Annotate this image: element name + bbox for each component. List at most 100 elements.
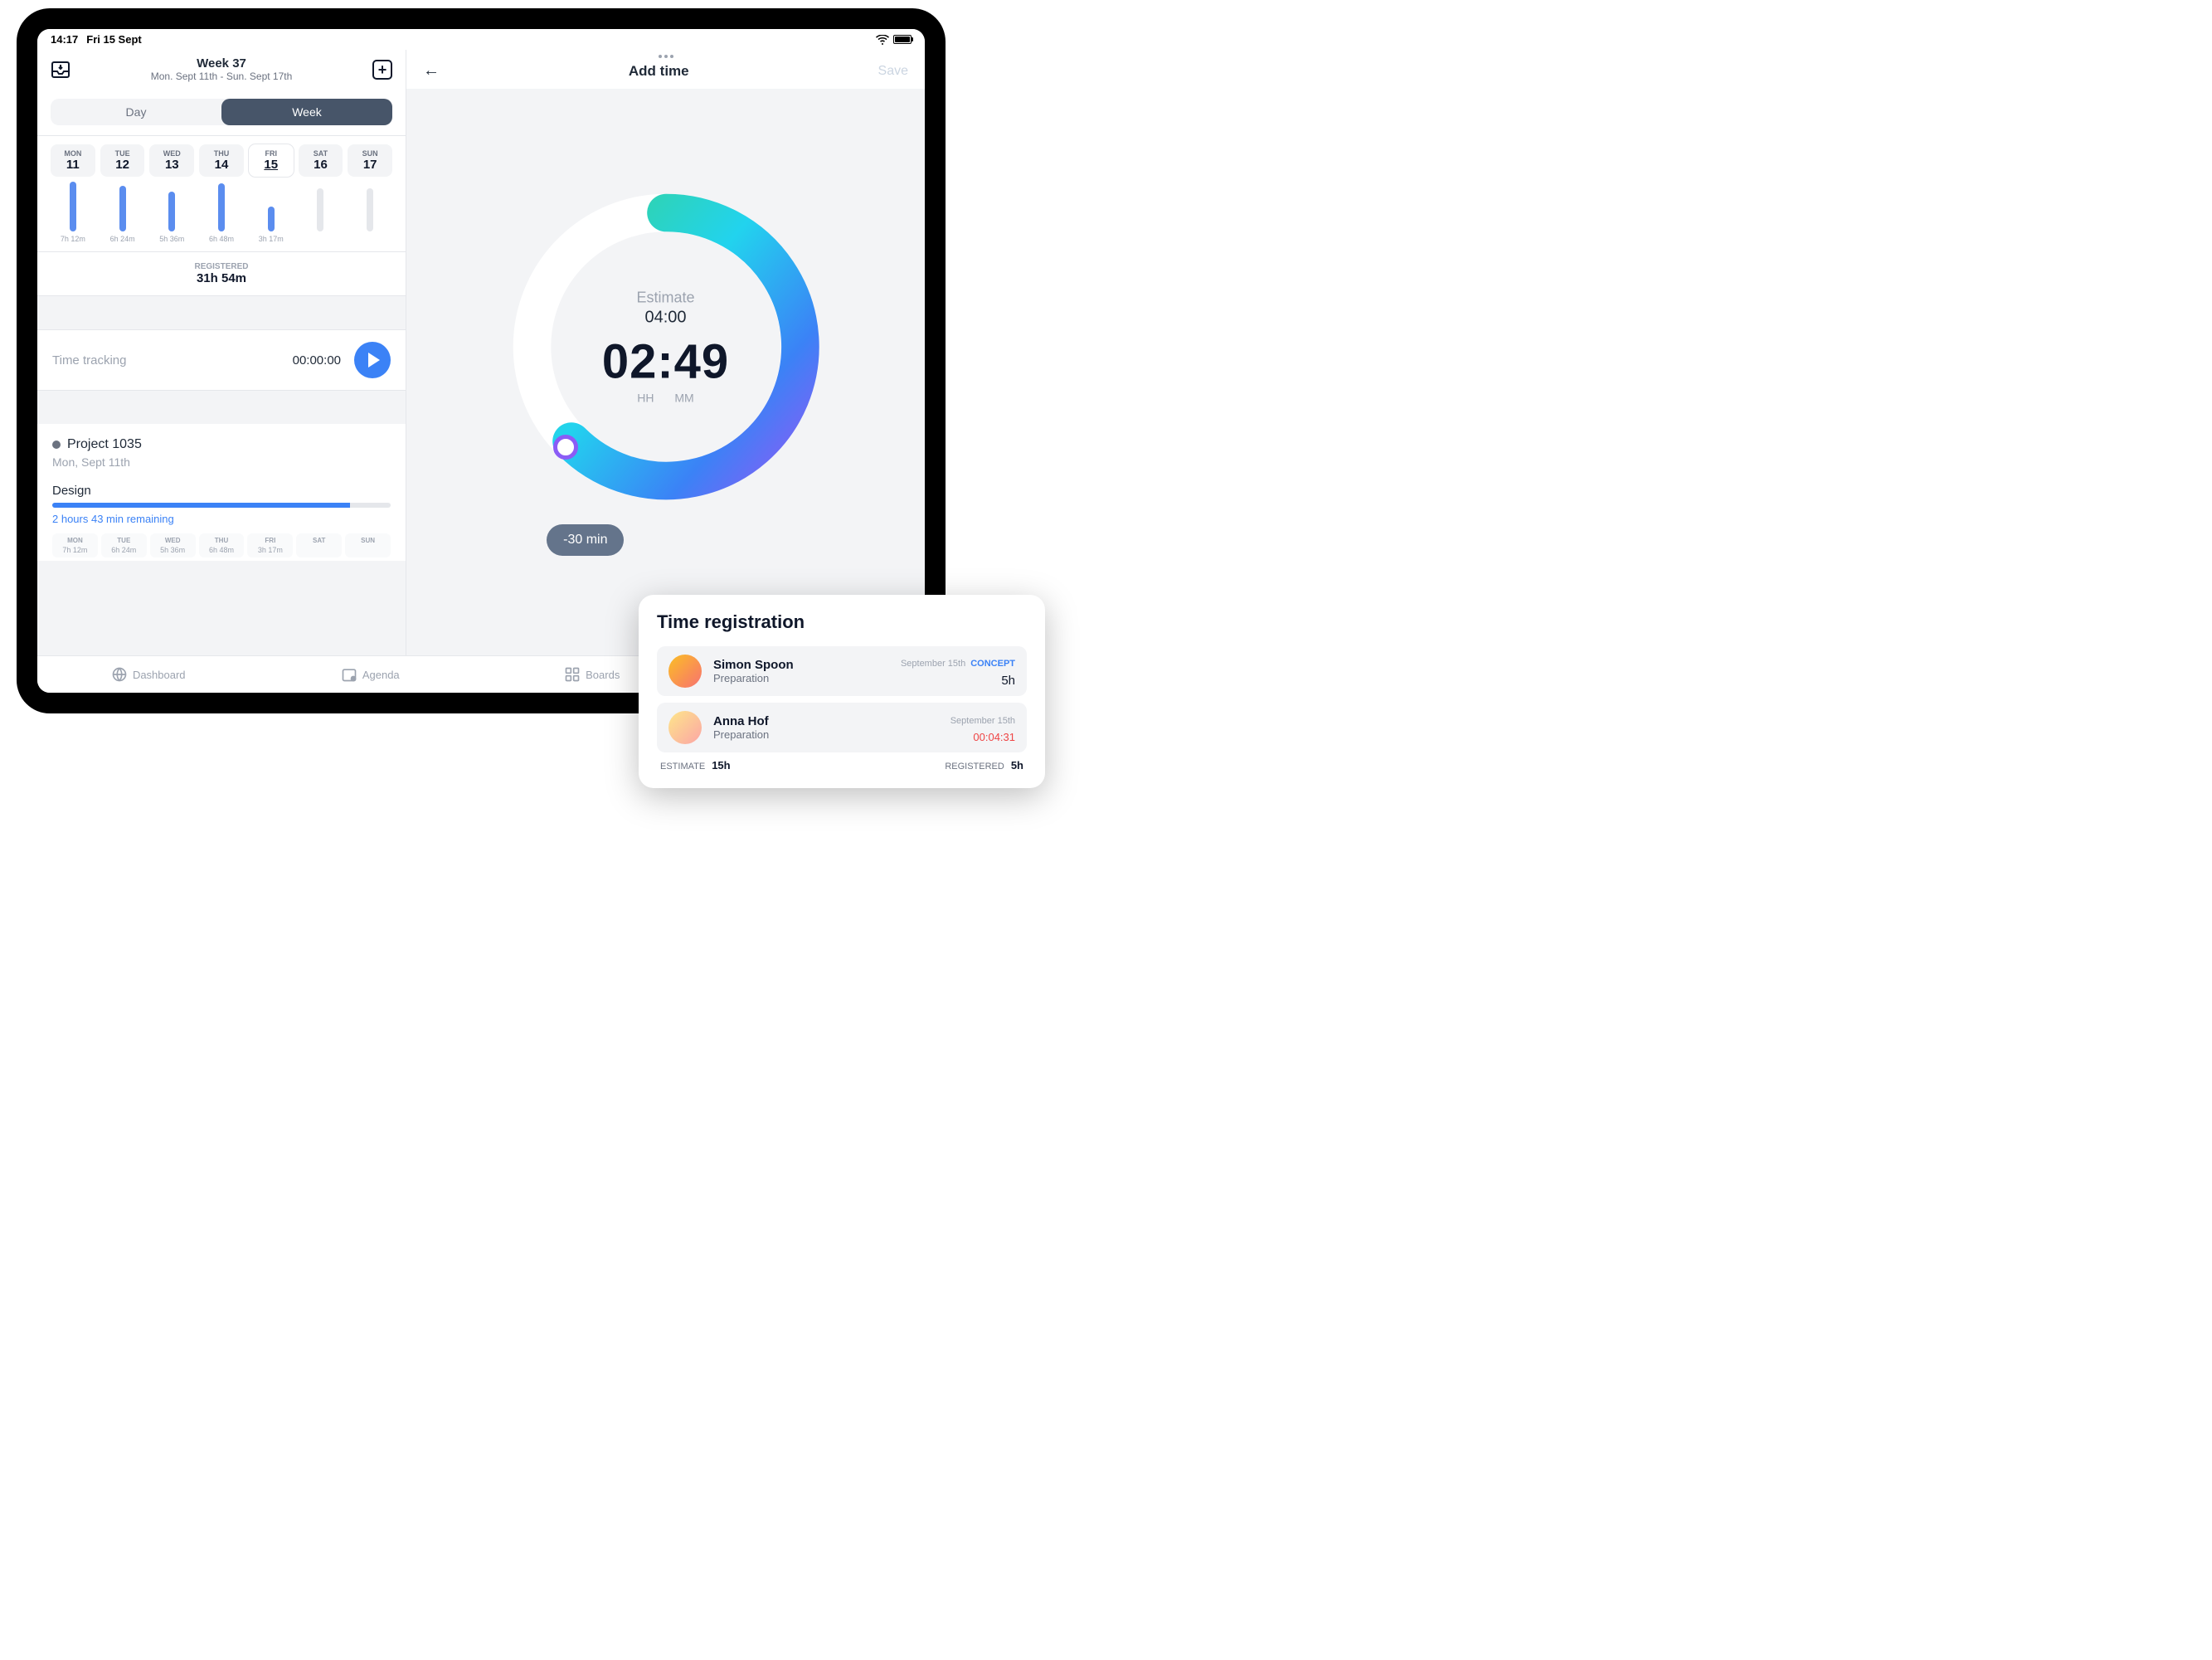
mini-day[interactable]: WED5h 36m [150,533,196,557]
add-button[interactable]: + [372,60,392,80]
bar-area [348,177,392,235]
view-segmented-control: Day Week [51,99,392,125]
entry-name: Anna Hof [713,714,939,728]
registered-label: REGISTERED [47,262,396,271]
project-dot-icon [52,441,61,449]
seg-week[interactable]: Week [221,99,392,125]
mini-day[interactable]: SAT [296,533,342,557]
entry-value: 00:04:31 [950,731,1015,743]
day-column[interactable]: SUN 17 [348,144,392,243]
status-bar: 14:17 Fri 15 Sept [37,29,925,50]
mini-day[interactable]: SUN [345,533,391,557]
play-icon [368,353,380,368]
tab-agenda[interactable]: Agenda [260,656,482,693]
day-label: MON [52,149,94,158]
entry-date: September 15th [901,659,965,669]
globe-icon [111,666,128,683]
estimate-footer-val: 15h [712,759,730,772]
day-head: TUE 12 [100,144,145,177]
bar-area [249,177,294,235]
days-row: MON 11 7h 12m TUE 12 6h 24m WED 13 5h 36… [37,136,406,251]
bar-label: 3h 17m [249,235,294,243]
seg-day[interactable]: Day [51,99,221,125]
calendar-icon [341,666,357,683]
save-button[interactable]: Save [878,64,908,79]
day-head: SAT 16 [299,144,343,177]
registration-entry[interactable]: Simon Spoon Preparation September 15thCO… [657,646,1027,696]
day-bar [70,182,76,231]
day-label: SAT [300,149,342,158]
timer-dial[interactable]: Estimate 04:00 02:49 HH MM [508,189,824,504]
day-number: 13 [151,158,192,172]
popup-footer: ESTIMATE 15h REGISTERED 5h [657,759,1027,772]
day-label: THU [201,149,242,158]
popup-title: Time registration [657,611,1027,633]
day-column[interactable]: SAT 16 [299,144,343,243]
bar-label: 7h 12m [51,235,95,243]
time-tracking-row: Time tracking 00:00:00 [37,329,406,391]
day-number: 15 [250,158,292,172]
entry-date: September 15th [950,716,1015,726]
day-column[interactable]: MON 11 7h 12m [51,144,95,243]
tt-timer: 00:00:00 [293,353,341,368]
estimate-value: 04:00 [602,308,729,327]
spacer [37,391,406,424]
bar-area [51,177,95,235]
minus-30-button[interactable]: -30 min [547,524,624,556]
registered-footer-label: REGISTERED [945,762,1004,772]
day-number: 12 [102,158,143,172]
day-column[interactable]: WED 13 5h 36m [149,144,194,243]
bar-area [299,177,343,235]
day-head: WED 13 [149,144,194,177]
dial-knob[interactable] [553,435,578,460]
mini-day[interactable]: MON7h 12m [52,533,98,557]
mini-day[interactable]: FRI3h 17m [247,533,293,557]
bar-label: 5h 36m [149,235,194,243]
time-registration-popup: Time registration Simon Spoon Preparatio… [639,595,1045,788]
wifi-icon [876,35,889,45]
bar-label: 6h 48m [199,235,244,243]
day-column[interactable]: THU 14 6h 48m [199,144,244,243]
day-head: SUN 17 [348,144,392,177]
day-bar [317,188,323,231]
day-bar [119,186,126,231]
day-label: TUE [102,149,143,158]
day-column[interactable]: FRI 15 3h 17m [249,144,294,243]
entry-sub: Preparation [713,672,889,684]
inbox-icon[interactable] [51,60,70,80]
day-number: 14 [201,158,242,172]
estimate-footer-label: ESTIMATE [660,762,705,772]
day-bar [218,183,225,231]
registered-footer-val: 5h [1011,759,1023,772]
tablet-screen: 14:17 Fri 15 Sept Week 37 Mon. Sept 11th [37,29,925,693]
day-number: 16 [300,158,342,172]
day-number: 17 [349,158,391,172]
progress-bar [52,503,391,508]
task-name[interactable]: Design [52,484,391,498]
battery-icon [893,35,912,44]
registration-entry[interactable]: Anna Hof Preparation September 15th 00:0… [657,703,1027,752]
entry-value: 5h [901,674,1015,688]
day-label: WED [151,149,192,158]
back-button[interactable]: ← [423,61,440,80]
concept-badge: CONCEPT [970,659,1015,669]
week-range: Mon. Sept 11th - Sun. Sept 17th [70,71,372,82]
play-button[interactable] [354,342,391,378]
mm-label: MM [674,391,693,404]
entry-sub: Preparation [713,728,939,741]
day-column[interactable]: TUE 12 6h 24m [100,144,145,243]
left-pane: Week 37 Mon. Sept 11th - Sun. Sept 17th … [37,50,406,655]
mini-day[interactable]: TUE6h 24m [101,533,147,557]
status-date: Fri 15 Sept [86,33,141,46]
mini-day[interactable]: THU6h 48m [199,533,245,557]
day-number: 11 [52,158,94,172]
project-title[interactable]: Project 1035 [67,437,142,452]
day-label: FRI [250,149,292,158]
day-head: THU 14 [199,144,244,177]
dial-time: 02:49 [602,333,729,389]
grid-icon [564,666,581,683]
project-section: Project 1035 Mon, Sept 11th Design 2 hou… [37,424,406,561]
tab-dashboard[interactable]: Dashboard [37,656,260,693]
avatar [668,655,702,688]
left-header: Week 37 Mon. Sept 11th - Sun. Sept 17th … [37,50,406,89]
